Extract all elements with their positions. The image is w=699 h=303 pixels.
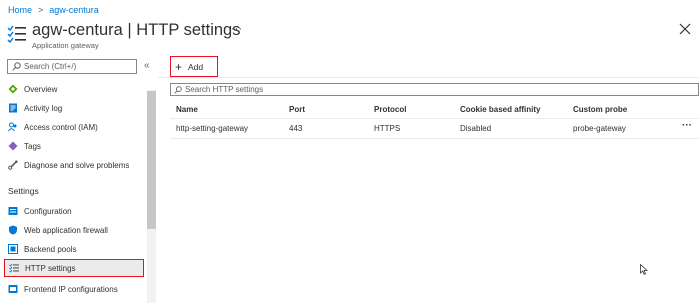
tag-icon [8,141,18,151]
sidebar-item-label: Backend pools [24,244,77,254]
sidebar-item-label: Configuration [24,206,72,216]
configuration-icon [8,207,18,215]
breadcrumb: Home > agw-centura [8,5,99,15]
list-settings-icon [9,263,19,273]
add-button[interactable]: + Add [170,56,218,77]
sidebar-search-placeholder: Search (Ctrl+/) [24,62,77,71]
column-header-protocol[interactable]: Protocol [374,105,406,114]
frontend-ip-icon [8,285,18,293]
http-settings-search-input[interactable]: Search HTTP settings [170,83,699,96]
sidebar-item-label: HTTP settings [25,263,76,273]
sidebar-item-tags[interactable]: Tags [4,137,144,155]
column-header-port[interactable]: Port [289,105,305,114]
column-header-custom-probe[interactable]: Custom probe [573,105,627,114]
search-icon [174,85,182,94]
plus-icon: + [175,59,183,74]
collapse-sidebar-button[interactable]: « [144,60,150,71]
sidebar-item-frontend-ip[interactable]: Frontend IP configurations [4,280,144,298]
cell-cookie-affinity: Disabled [460,124,492,133]
search-icon [12,62,21,71]
page-header: agw-centura | HTTP settings Application … [7,20,699,52]
http-settings-table: Name Port Protocol Cookie based affinity… [170,101,699,139]
cell-custom-probe: probe-gateway [573,124,626,133]
mouse-cursor-icon [640,264,648,275]
sidebar-item-label: Access control (IAM) [24,122,98,132]
breadcrumb-home-link[interactable]: Home [8,5,32,15]
shield-icon [9,225,17,235]
column-header-name[interactable]: Name [176,105,198,114]
page-subtitle: Application gateway [32,41,99,50]
http-settings-search-placeholder: Search HTTP settings [185,85,264,94]
page-title: agw-centura | HTTP settings [32,21,241,39]
table-header: Name Port Protocol Cookie based affinity… [170,101,699,119]
cell-name: http-setting-gateway [176,124,249,133]
breadcrumb-resource-link[interactable]: agw-centura [49,5,99,15]
sidebar-item-label: Frontend IP configurations [24,284,118,294]
sidebar: Search (Ctrl+/) « Overview Activity log … [0,55,158,303]
breadcrumb-separator: > [38,5,44,15]
sidebar-item-backend-pools[interactable]: Backend pools [4,240,144,258]
table-row[interactable]: http-setting-gateway 443 HTTPS Disabled … [170,119,699,139]
sidebar-search-input[interactable]: Search (Ctrl+/) [7,59,137,74]
sidebar-item-label: Overview [24,84,58,94]
sidebar-item-waf[interactable]: Web application firewall [4,221,144,239]
sidebar-item-configuration[interactable]: Configuration [4,202,144,220]
sidebar-item-activity-log[interactable]: Activity log [4,99,144,117]
activity-log-icon [9,103,17,113]
sidebar-item-overview[interactable]: Overview [4,80,144,98]
sidebar-scrollbar-thumb[interactable] [147,91,156,229]
sidebar-item-diagnose[interactable]: Diagnose and solve problems [4,156,144,174]
close-icon[interactable] [679,23,691,35]
list-settings-icon [7,25,26,44]
toolbar-divider [158,77,699,78]
wrench-icon [8,160,18,170]
sidebar-item-label: Activity log [24,103,63,113]
sidebar-item-label: Diagnose and solve problems [24,160,130,170]
row-more-options-button[interactable]: ··· [682,120,692,131]
cell-protocol: HTTPS [374,124,401,133]
column-header-cookie-affinity[interactable]: Cookie based affinity [460,105,540,114]
sidebar-item-http-settings[interactable]: HTTP settings [4,259,144,277]
backend-pool-icon [8,244,18,254]
more-options-button[interactable]: ··· [231,23,242,35]
sidebar-item-label: Tags [24,141,41,151]
sidebar-item-label: Web application firewall [24,225,108,235]
cell-port: 443 [289,124,303,133]
add-button-label: Add [188,61,204,72]
people-icon [8,122,17,132]
section-settings-label: Settings [8,186,39,196]
sidebar-item-access-control[interactable]: Access control (IAM) [4,118,144,136]
overview-diamond-icon [8,84,18,94]
main-content: + Add Search HTTP settings Name Port Pro… [158,55,699,303]
